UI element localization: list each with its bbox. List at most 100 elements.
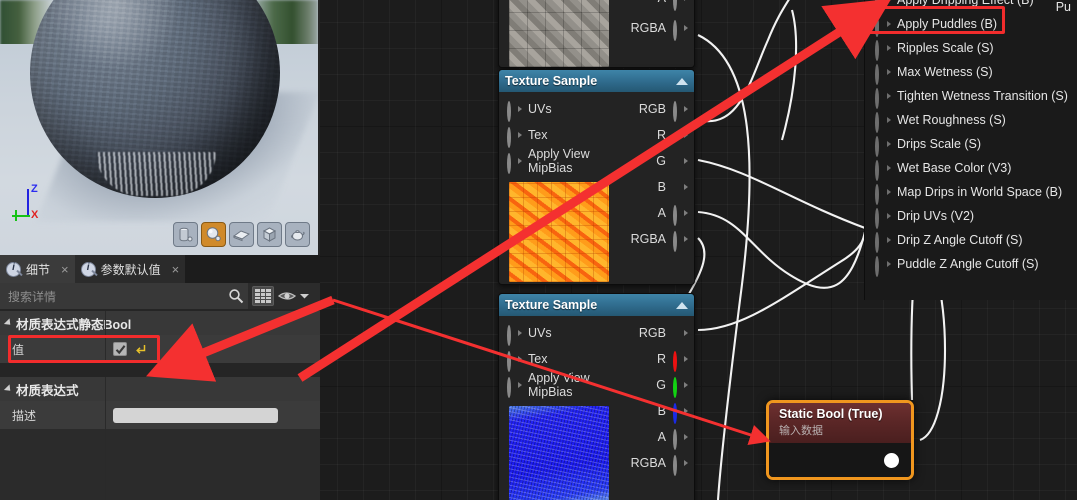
preview-mesh-cylinder-button[interactable] [173,222,198,247]
pin-wet-roughness[interactable] [875,111,891,133]
property-row-value[interactable]: 值 [0,335,320,363]
ts2-row-mipbias[interactable]: Apply View MipBias G [499,371,694,399]
pin-list-item-apply-puddles[interactable]: Apply Puddles (B) [865,12,1077,37]
value-checkbox[interactable] [113,342,127,356]
partial-pin-rgba[interactable]: RGBA [499,15,694,41]
node-texture-sample-2-thumbnail [509,406,609,500]
material-preview-viewport[interactable]: Z X [0,0,318,255]
pin-apply-dripping-effect[interactable] [875,0,891,13]
pin-label-wet-base-color: Wet Base Color (V3) [897,161,1012,175]
node-texture-sample-2[interactable]: Texture Sample UVs RGB Tex R Apply View … [498,293,695,500]
ts1-pin-rgba[interactable] [673,230,688,252]
view-options-button[interactable] [278,289,309,303]
section-title-static-bool: 材质表达式静态Bool [16,317,132,332]
node-static-bool-subtitle: 输入数据 [779,425,823,437]
node-texture-sample-2-header[interactable]: Texture Sample [499,294,694,316]
ts1-row-uvs[interactable]: UVs RGB [499,96,694,122]
ts2-row-uvs[interactable]: UVs RGB [499,320,694,346]
ts2-pin-rgb[interactable] [673,327,688,340]
property-label-description: 描述 [12,408,37,423]
pin-ripples-scale[interactable] [875,39,891,61]
pin-puddle-z-angle-cutoff[interactable] [875,255,891,277]
ts1-pin-uvs[interactable] [507,100,522,122]
ts1-row-mipbias[interactable]: Apply View MipBias G [499,147,694,175]
property-row-description[interactable]: 描述 [0,401,320,429]
pin-list-item-drip-uvs[interactable]: Drip UVs (V2) [865,204,1077,229]
ts2-pin-a[interactable] [673,428,688,450]
tab-details[interactable]: 细节 × [0,255,75,283]
pin-map-drips-in-world-space[interactable] [875,183,891,205]
pin-apply-puddles[interactable] [875,15,891,37]
pin-max-wetness[interactable] [875,63,891,85]
section-header-static-bool[interactable]: 材质表达式静态Bool [0,311,320,335]
tab-parameter-defaults[interactable]: 参数默认值 × [74,255,186,283]
pin-list-item-max-wetness[interactable]: Max Wetness (S) [865,60,1077,85]
node-texture-sample-partial[interactable]: A RGBA [498,0,695,68]
preview-mesh-cube-button[interactable] [257,222,282,247]
ts2-pin-g[interactable] [673,376,688,398]
node-static-bool[interactable]: Static Bool (True) 输入数据 [766,400,914,480]
ts1-label-r: R [656,128,666,142]
ts2-pin-uvs[interactable] [507,324,522,346]
partial-pin-rgba-connector[interactable] [673,19,688,41]
ts1-pin-b[interactable] [673,181,688,194]
search-input[interactable]: 搜索详情 [8,288,228,305]
ts1-pin-r[interactable] [673,129,688,142]
pin-drips-scale[interactable] [875,135,891,157]
ts1-row-tex[interactable]: Tex R [499,122,694,148]
pin-list-item-wet-roughness[interactable]: Wet Roughness (S) [865,108,1077,133]
pin-wet-base-color[interactable] [875,159,891,181]
parameter-defaults-info-icon [80,261,96,277]
ts1-pin-rgb[interactable] [673,100,688,122]
pin-list-item-ripples-scale[interactable]: Ripples Scale (S) [865,36,1077,61]
column-layout-icon[interactable] [252,286,274,306]
pin-list-item-wet-base-color[interactable]: Wet Base Color (V3) [865,156,1077,181]
ts1-label-rgba: RGBA [630,232,666,246]
node-static-bool-header[interactable]: Static Bool (True) 输入数据 [769,403,911,443]
pin-list-item-map-drips-in-world-space[interactable]: Map Drips in World Space (B) [865,180,1077,205]
node-texture-sample-1[interactable]: Texture Sample UVs RGB Tex R Apply View … [498,69,695,285]
tab-parameter-defaults-close-icon[interactable]: × [172,262,180,277]
pin-list-item-puddle-z-angle-cutoff[interactable]: Puddle Z Angle Cutoff (S) [865,252,1077,277]
ts2-row-tex[interactable]: Tex R [499,346,694,372]
material-editor-window: Z X i 细节 × i 参数默认值 × 搜索详情 材质表达式静态Bool 值 … [0,0,1077,500]
ts1-pin-g[interactable] [673,155,688,168]
ts1-pin-a[interactable] [673,204,688,226]
pin-list-item-drip-z-angle-cutoff[interactable]: Drip Z Angle Cutoff (S) [865,228,1077,253]
ts2-pin-rgba[interactable] [673,454,688,476]
preview-mesh-plane-button[interactable] [229,222,254,247]
pin-label-puddle-z-angle-cutoff: Puddle Z Angle Cutoff (S) [897,257,1039,271]
preview-mesh-teapot-button[interactable] [285,222,310,247]
section-collapse-caret-icon-2 [3,384,14,394]
search-input-wrapper[interactable]: 搜索详情 [0,283,248,309]
axis-y-tick [15,210,17,221]
cube-icon [262,227,277,242]
ts1-pin-mipbias[interactable] [507,152,522,174]
pin-list-item-drips-scale[interactable]: Drips Scale (S) [865,132,1077,157]
node-texture-sample-1-header[interactable]: Texture Sample [499,70,694,92]
section-header-material-expression[interactable]: 材质表达式 [0,377,320,401]
pin-label-ripples-scale: Ripples Scale (S) [897,41,994,55]
ts2-pin-r[interactable] [673,350,688,372]
pin-drip-z-angle-cutoff[interactable] [875,231,891,253]
collapse-triangle-icon[interactable] [676,77,688,85]
partial-pin-a[interactable]: A [499,0,694,11]
preview-mesh-sphere-button[interactable] [201,222,226,247]
ts2-pin-tex[interactable] [507,350,522,372]
reset-arrow-icon[interactable] [135,343,147,355]
property-divider-value [105,335,106,363]
pin-tighten-wetness-transition[interactable] [875,87,891,109]
pin-list-item-tighten-wetness-transition[interactable]: Tighten Wetness Transition (S) [865,84,1077,109]
axis-gizmo: Z X [10,183,58,229]
ts2-pin-mipbias[interactable] [507,376,522,398]
pin-drip-uvs[interactable] [875,207,891,229]
partial-pin-a-connector[interactable] [673,0,688,11]
tab-details-close-icon[interactable]: × [61,262,69,277]
collapse-triangle-icon-2[interactable] [676,301,688,309]
ts2-pin-b[interactable] [673,402,688,424]
pin-list-item-apply-dripping-effect[interactable]: Apply Dripping Effect (B) [865,0,1077,13]
ts1-pin-tex[interactable] [507,126,522,148]
ts2-label-a: A [657,430,666,444]
node-static-bool-output-pin[interactable] [884,453,899,468]
description-input[interactable] [113,407,278,423]
